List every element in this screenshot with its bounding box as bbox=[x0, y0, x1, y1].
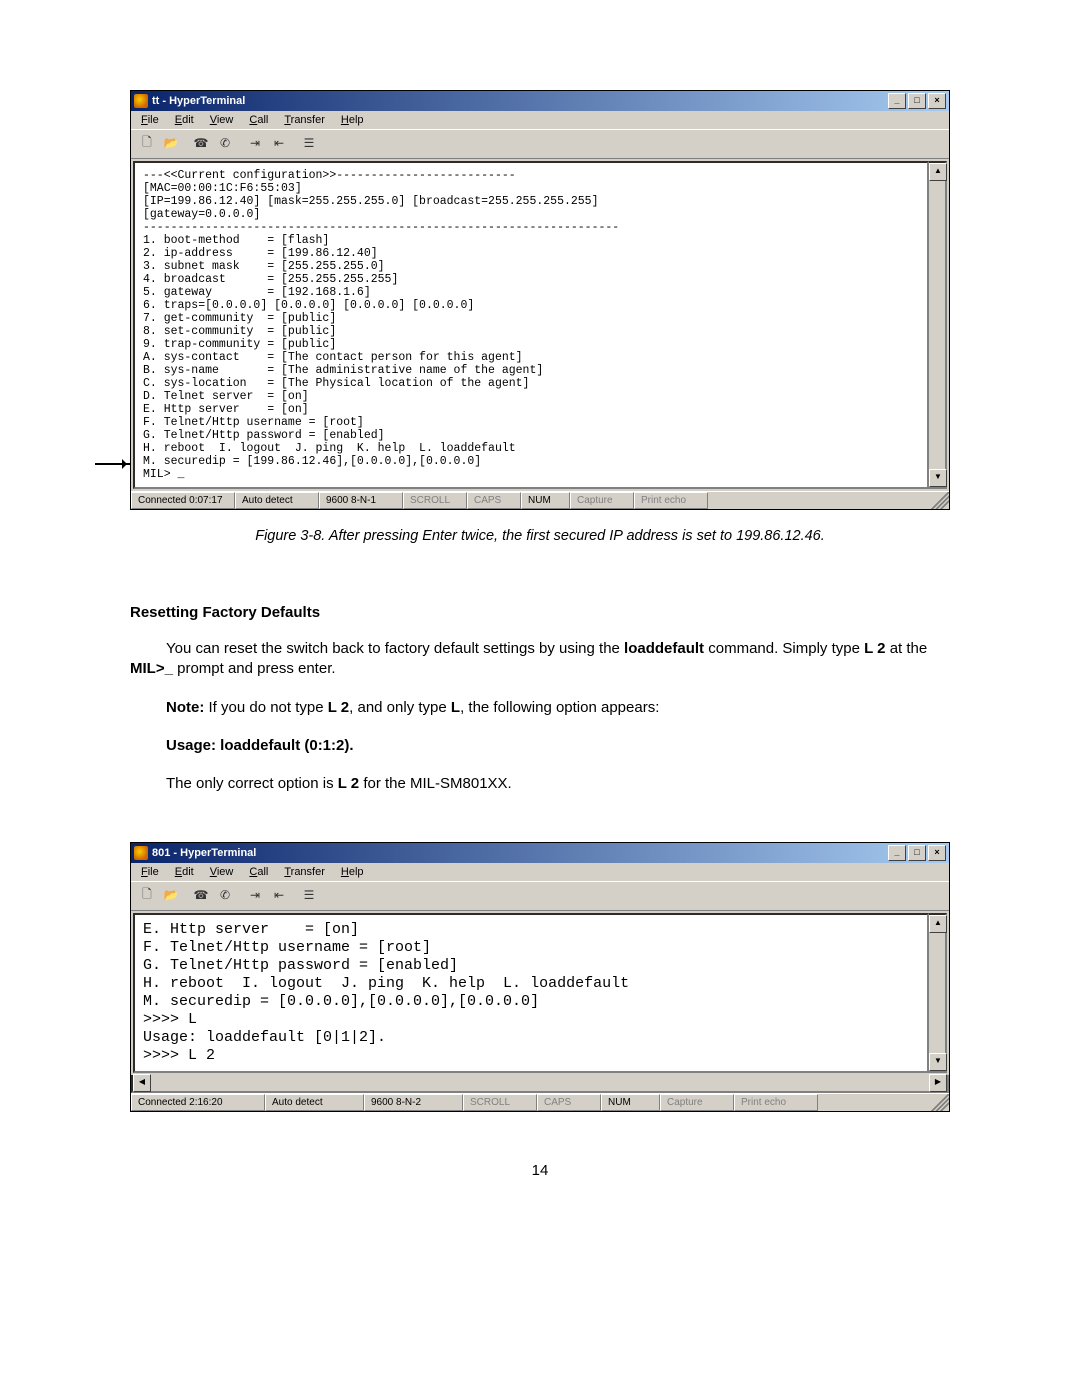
maximize-button[interactable]: □ bbox=[908, 845, 926, 861]
menu-edit[interactable]: Edit bbox=[169, 865, 200, 879]
disconnect-icon[interactable]: ✆ bbox=[213, 132, 237, 154]
menu-file[interactable]: File bbox=[135, 865, 165, 879]
connect-icon[interactable]: ☎ bbox=[189, 884, 213, 906]
receive-icon[interactable]: ⇤ bbox=[267, 884, 291, 906]
status-caps: CAPS bbox=[537, 1094, 601, 1111]
scroll-right-icon[interactable]: ▶ bbox=[929, 1074, 947, 1092]
paragraph-3: The only correct option is L 2 for the M… bbox=[130, 774, 950, 794]
status-autodetect: Auto detect bbox=[265, 1094, 364, 1111]
new-doc-icon[interactable]: 🗋 bbox=[135, 132, 159, 154]
scroll-left-icon[interactable]: ◀ bbox=[133, 1074, 151, 1092]
status-scroll: SCROLL bbox=[463, 1094, 537, 1111]
page-number: 14 bbox=[130, 1162, 950, 1179]
section-heading: Resetting Factory Defaults bbox=[130, 604, 950, 621]
menu-transfer[interactable]: Transfer bbox=[278, 865, 331, 879]
scroll-down-icon[interactable]: ▼ bbox=[929, 469, 947, 487]
status-baud: 9600 8-N-2 bbox=[364, 1094, 463, 1111]
app-icon bbox=[134, 846, 148, 860]
resize-grip-icon[interactable] bbox=[921, 1094, 949, 1111]
horizontal-scrollbar[interactable]: ◀ ▶ bbox=[131, 1075, 949, 1093]
status-printecho: Print echo bbox=[634, 492, 708, 509]
status-caps: CAPS bbox=[467, 492, 521, 509]
maximize-button[interactable]: □ bbox=[908, 93, 926, 109]
status-num: NUM bbox=[601, 1094, 660, 1111]
toolbar: 🗋 📂 ☎ ✆ ⇥ ⇤ ☰ bbox=[131, 129, 949, 159]
open-icon[interactable]: 📂 bbox=[159, 132, 183, 154]
menu-view[interactable]: View bbox=[204, 113, 240, 127]
disconnect-icon[interactable]: ✆ bbox=[213, 884, 237, 906]
menubar: File Edit View Call Transfer Help bbox=[131, 111, 949, 129]
menubar: File Edit View Call Transfer Help bbox=[131, 863, 949, 881]
terminal-output[interactable]: E. Http server = [on] F. Telnet/Http use… bbox=[133, 913, 929, 1073]
app-icon bbox=[134, 94, 148, 108]
properties-icon[interactable]: ☰ bbox=[297, 884, 321, 906]
status-connected: Connected 2:16:20 bbox=[131, 1094, 265, 1111]
scroll-down-icon[interactable]: ▼ bbox=[929, 1053, 947, 1071]
vertical-scrollbar[interactable]: ▲ ▼ bbox=[929, 913, 947, 1073]
status-capture: Capture bbox=[660, 1094, 734, 1111]
menu-help[interactable]: Help bbox=[335, 865, 370, 879]
new-doc-icon[interactable]: 🗋 bbox=[135, 884, 159, 906]
status-capture: Capture bbox=[570, 492, 634, 509]
status-autodetect: Auto detect bbox=[235, 492, 319, 509]
hyperterminal-window-2: 801 - HyperTerminal _ □ × File Edit View… bbox=[130, 842, 950, 1112]
window-title: tt - HyperTerminal bbox=[152, 95, 245, 107]
menu-view[interactable]: View bbox=[204, 865, 240, 879]
toolbar: 🗋 📂 ☎ ✆ ⇥ ⇤ ☰ bbox=[131, 881, 949, 911]
scroll-up-icon[interactable]: ▲ bbox=[929, 915, 947, 933]
vertical-scrollbar[interactable]: ▲ ▼ bbox=[929, 161, 947, 489]
menu-help[interactable]: Help bbox=[335, 113, 370, 127]
close-button[interactable]: × bbox=[928, 845, 946, 861]
properties-icon[interactable]: ☰ bbox=[297, 132, 321, 154]
send-icon[interactable]: ⇥ bbox=[243, 132, 267, 154]
paragraph-2-note: Note: If you do not type L 2, and only t… bbox=[130, 698, 950, 718]
titlebar: 801 - HyperTerminal _ □ × bbox=[131, 843, 949, 863]
status-scroll: SCROLL bbox=[403, 492, 467, 509]
terminal-output[interactable]: ---<<Current configuration>>------------… bbox=[133, 161, 929, 489]
hyperterminal-window-1: tt - HyperTerminal _ □ × File Edit View … bbox=[130, 90, 950, 510]
receive-icon[interactable]: ⇤ bbox=[267, 132, 291, 154]
statusbar: Connected 0:07:17 Auto detect 9600 8-N-1… bbox=[131, 491, 949, 509]
menu-edit[interactable]: Edit bbox=[169, 113, 200, 127]
status-connected: Connected 0:07:17 bbox=[131, 492, 235, 509]
resize-grip-icon[interactable] bbox=[921, 492, 949, 509]
menu-transfer[interactable]: Transfer bbox=[278, 113, 331, 127]
annotation-arrow-icon bbox=[95, 463, 131, 465]
minimize-button[interactable]: _ bbox=[888, 93, 906, 109]
titlebar: tt - HyperTerminal _ □ × bbox=[131, 91, 949, 111]
menu-call[interactable]: Call bbox=[243, 865, 274, 879]
close-button[interactable]: × bbox=[928, 93, 946, 109]
menu-call[interactable]: Call bbox=[243, 113, 274, 127]
send-icon[interactable]: ⇥ bbox=[243, 884, 267, 906]
minimize-button[interactable]: _ bbox=[888, 845, 906, 861]
menu-file[interactable]: File bbox=[135, 113, 165, 127]
paragraph-1: You can reset the switch back to factory… bbox=[130, 639, 950, 680]
connect-icon[interactable]: ☎ bbox=[189, 132, 213, 154]
figure-caption: Figure 3-8. After pressing Enter twice, … bbox=[130, 528, 950, 544]
status-printecho: Print echo bbox=[734, 1094, 818, 1111]
window-title: 801 - HyperTerminal bbox=[152, 847, 256, 859]
status-baud: 9600 8-N-1 bbox=[319, 492, 403, 509]
statusbar: Connected 2:16:20 Auto detect 9600 8-N-2… bbox=[131, 1093, 949, 1111]
open-icon[interactable]: 📂 bbox=[159, 884, 183, 906]
scroll-up-icon[interactable]: ▲ bbox=[929, 163, 947, 181]
status-num: NUM bbox=[521, 492, 570, 509]
usage-line: Usage: loaddefault (0:1:2). bbox=[130, 736, 950, 756]
